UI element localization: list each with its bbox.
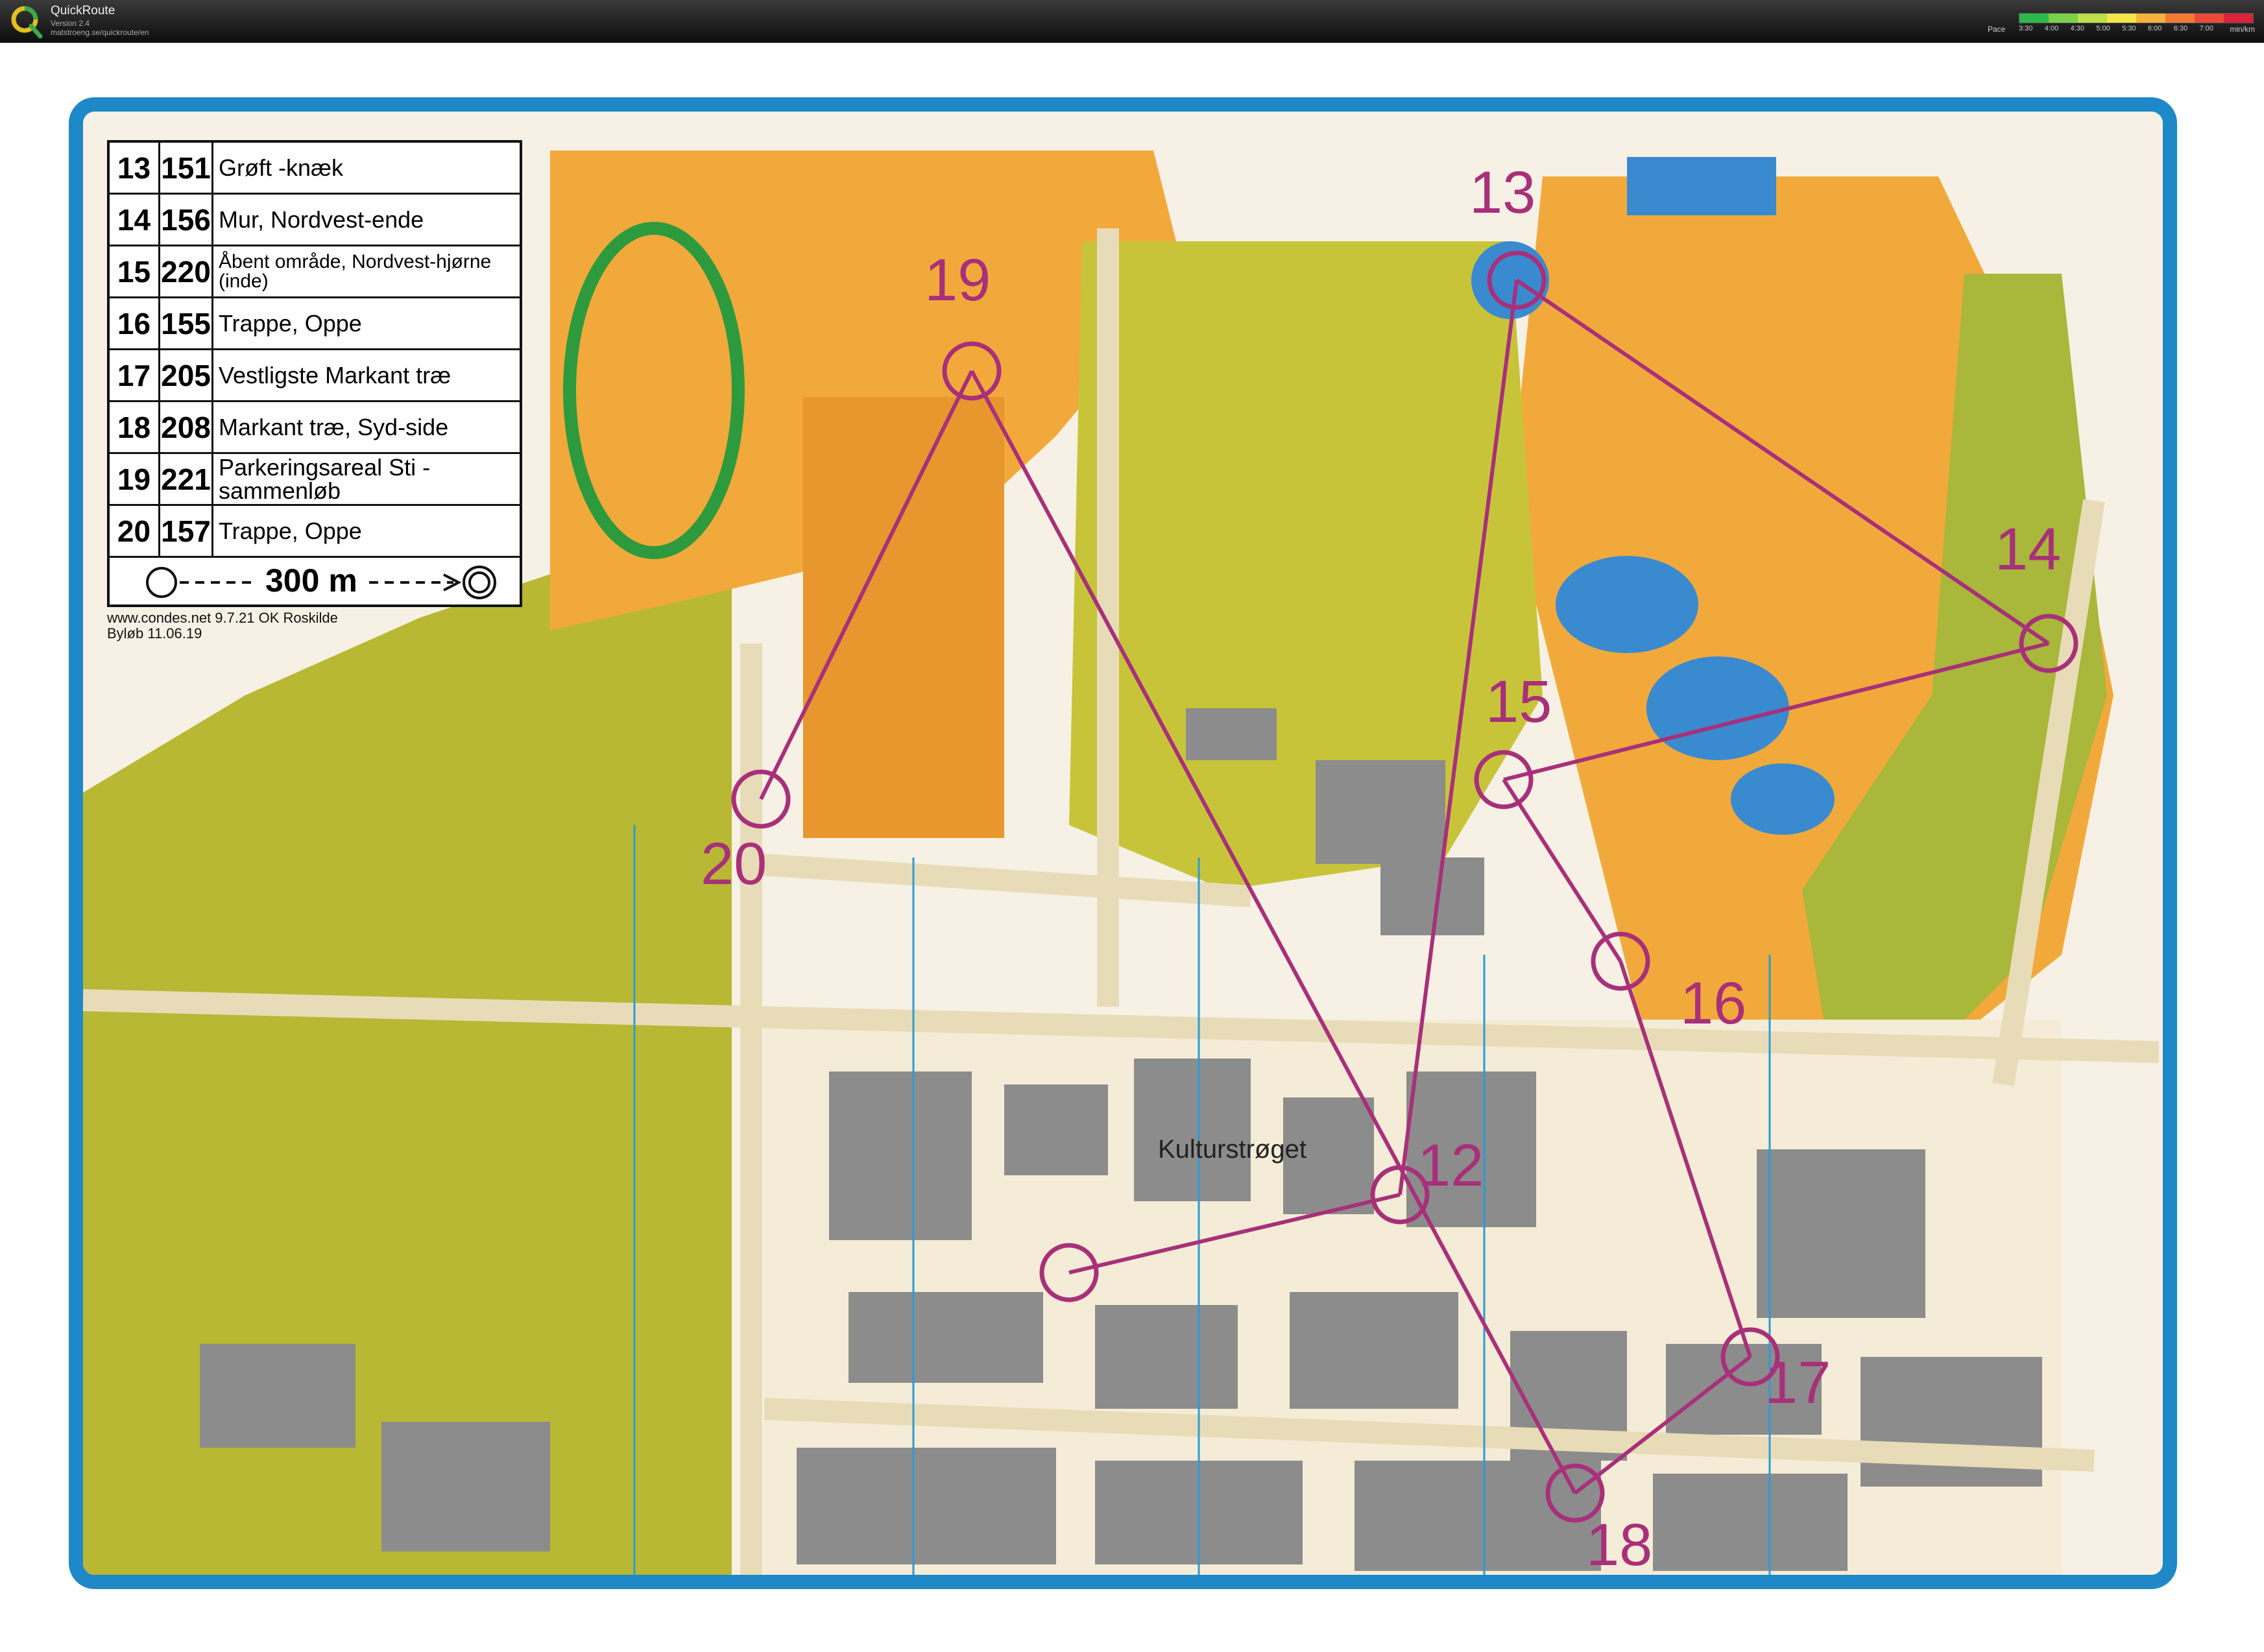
control-description-row: 19 221 Parkeringsareal Sti -sammenløb <box>110 454 520 506</box>
lake-3 <box>1731 763 1835 835</box>
control-number: 18 <box>110 402 160 452</box>
pace-tick: 3:30 <box>2019 25 2033 32</box>
control-description: Grøft -knæk <box>219 154 344 181</box>
control-label-16: 16 <box>1680 970 1747 1036</box>
control-description-row: 14 156 Mur, Nordvest-ende <box>110 195 520 246</box>
control-label-17: 17 <box>1764 1350 1831 1416</box>
pace-legend: Pace 3:30 4:00 4:30 5:00 5:30 6:00 6:30 7:00 mi… <box>1985 5 2258 39</box>
app-url[interactable]: matstroeng.se/quickroute/en <box>51 28 149 37</box>
control-label-19: 19 <box>924 247 991 313</box>
pace-color-bar <box>2019 13 2254 23</box>
control-code: 205 <box>160 350 213 400</box>
control-description: Markant træ, Syd-side <box>219 413 449 440</box>
pace-tick: 4:00 <box>2044 25 2059 32</box>
control-description: Åbent område, Nordvest-hjørne (inde) <box>219 250 492 292</box>
control-label-14: 14 <box>1995 516 2062 582</box>
control-description-row: 16 155 Trappe, Oppe <box>110 298 520 350</box>
pace-tick: 6:30 <box>2173 25 2188 32</box>
pace-ticks: 3:30 4:00 4:30 5:00 5:30 6:00 6:30 7:00 <box>2019 25 2213 32</box>
control-code: 221 <box>160 454 213 504</box>
street-label-kulturstroget: Kulturstrøget <box>1158 1135 1307 1164</box>
pace-tick: 6:00 <box>2147 25 2162 32</box>
control-number: 14 <box>110 195 160 245</box>
control-code: 208 <box>160 402 213 452</box>
control-number: 16 <box>110 298 160 348</box>
control-code: 156 <box>160 195 213 245</box>
control-code: 155 <box>160 298 213 348</box>
control-description: Parkeringsareal Sti -sammenløb <box>219 453 431 504</box>
credit-line-1: www.condes.net 9.7.21 OK Roskilde <box>107 610 338 626</box>
lake-1 <box>1556 556 1698 653</box>
control-label-13: 13 <box>1469 160 1536 226</box>
control-code: 151 <box>160 143 213 193</box>
control-number: 19 <box>110 454 160 504</box>
leg-distance: 300 m <box>265 562 357 599</box>
running-track <box>563 222 745 559</box>
lake-2 <box>1646 656 1789 760</box>
control-description: Vestligste Markant træ <box>219 361 452 389</box>
pace-unit: min/km <box>2230 25 2255 34</box>
control-description-row: 20 157 Trappe, Oppe <box>110 506 520 558</box>
control-number: 20 <box>110 506 160 556</box>
rough-open-field <box>803 397 1004 838</box>
control-description-row: 18 208 Markant træ, Syd-side <box>110 402 520 454</box>
quickroute-logo-icon <box>11 6 43 39</box>
control-number: 13 <box>110 143 160 193</box>
pace-tick: 5:00 <box>2096 25 2110 32</box>
pace-tick: 4:30 <box>2070 25 2085 32</box>
app-titlebar: QuickRoute Version 2.4 matstroeng.se/qui… <box>0 0 2264 43</box>
control-label-15: 15 <box>1486 669 1552 735</box>
control-number: 17 <box>110 350 160 400</box>
pace-tick: 7:00 <box>2199 25 2213 32</box>
pace-tick: 5:30 <box>2122 25 2136 32</box>
control-description-row: 15 220 Åbent område, Nordvest-hjørne (inde… <box>110 246 520 298</box>
control-description: Mur, Nordvest-ende <box>219 206 424 233</box>
control-description-sheet: 300 m 13 151 Grøft -knæk 14 156 Mur, Nordvest… <box>107 140 522 607</box>
control-code: 220 <box>160 246 213 296</box>
pond-northeast <box>1627 157 1776 215</box>
app-title: QuickRoute <box>51 4 115 18</box>
control-label-12: 12 <box>1417 1132 1484 1199</box>
control-description-row: 13 151 Grøft -knæk <box>110 143 520 195</box>
control-label-20: 20 <box>701 831 767 897</box>
credit-line-2: Byløb 11.06.19 <box>107 625 202 641</box>
control-code: 157 <box>160 506 213 556</box>
forest-area-center <box>1069 241 1543 890</box>
pace-label: Pace <box>1988 25 2006 34</box>
control-label-18: 18 <box>1586 1512 1653 1578</box>
legend-finish-row: 300 m <box>110 558 520 607</box>
control-number: 15 <box>110 246 160 296</box>
control-description: Trappe, Oppe <box>219 517 362 544</box>
control-description-row: 17 205 Vestligste Markant træ <box>110 350 520 402</box>
app-version: Version 2.4 <box>51 19 90 28</box>
control-description: Trappe, Oppe <box>219 309 362 337</box>
